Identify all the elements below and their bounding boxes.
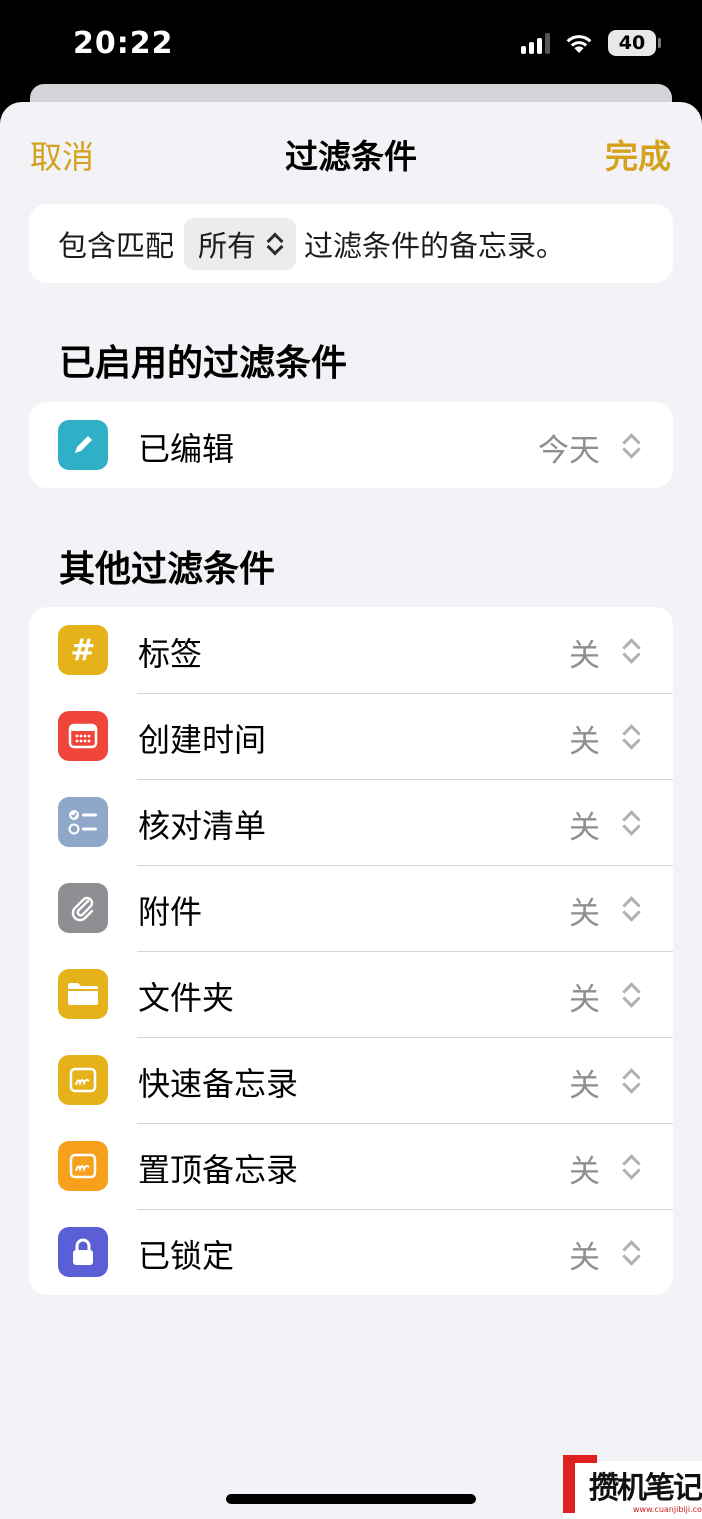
filter-value: 关	[569, 1068, 600, 1104]
nav-bar: 取消 过滤条件 完成	[0, 102, 702, 202]
done-button[interactable]: 完成	[605, 130, 671, 178]
filter-label: 快速备忘录	[138, 1065, 299, 1103]
filter-row-created[interactable]: 创建时间 关	[29, 693, 673, 779]
chevron-up-down-icon	[620, 431, 642, 461]
match-suffix: 过滤条件的备忘录。	[304, 228, 566, 263]
filter-row-tags[interactable]: # 标签 关	[29, 607, 673, 693]
filter-row-edited[interactable]: 已编辑 今天	[29, 402, 673, 488]
filter-label: 创建时间	[138, 721, 267, 759]
pinned-note-icon	[58, 1141, 108, 1191]
chevron-up-down-icon	[620, 1152, 642, 1182]
chevron-up-down-icon	[620, 980, 642, 1010]
filter-row-pinned-notes[interactable]: 置顶备忘录 关	[29, 1123, 673, 1209]
filter-label: 置顶备忘录	[138, 1151, 299, 1189]
match-mode-select[interactable]: 所有	[184, 217, 297, 270]
status-icons: 40	[521, 30, 661, 56]
filter-value: 关	[569, 896, 600, 932]
chevron-up-down-icon	[620, 894, 642, 924]
chevron-up-down-icon	[620, 808, 642, 838]
pencil-icon	[58, 420, 108, 470]
battery-indicator: 40	[608, 30, 661, 56]
filter-label: 附件	[138, 893, 203, 931]
match-prefix: 包含匹配	[58, 228, 175, 263]
filter-sheet: 取消 过滤条件 完成 包含匹配 所有 过滤条件的备忘录。 已启用的过滤条件 已编…	[0, 102, 702, 1519]
filter-row-checklists[interactable]: 核对清单 关	[29, 779, 673, 865]
paperclip-icon	[58, 883, 108, 933]
page-title: 过滤条件	[285, 137, 417, 176]
filter-value: 今天	[538, 433, 600, 469]
other-filters-list: # 标签 关 创建时间 关 核对清单 关 附件 关 文件夹 关 快速备忘录 关 …	[29, 607, 673, 1295]
filter-row-quick-notes[interactable]: 快速备忘录 关	[29, 1037, 673, 1123]
quick-note-icon	[58, 1055, 108, 1105]
watermark-url: www.cuanjibiji.com	[633, 1505, 702, 1514]
filter-value: 关	[569, 638, 600, 674]
filter-value: 关	[569, 810, 600, 846]
filter-value: 关	[569, 982, 600, 1018]
checklist-icon	[58, 797, 108, 847]
watermark-logo: 攒机笔记 www.cuanjibiji.com	[563, 1455, 702, 1519]
home-indicator	[226, 1494, 476, 1504]
enabled-filters-header: 已启用的过滤条件	[59, 343, 348, 384]
match-mode-card: 包含匹配 所有 过滤条件的备忘录。	[29, 204, 673, 283]
filter-label: 已编辑	[138, 430, 235, 468]
filter-label: 已锁定	[138, 1237, 235, 1275]
lock-icon	[58, 1227, 108, 1277]
wifi-icon	[566, 35, 592, 53]
chevron-up-down-icon	[620, 1238, 642, 1268]
filter-row-locked[interactable]: 已锁定 关	[29, 1209, 673, 1295]
filter-row-folders[interactable]: 文件夹 关	[29, 951, 673, 1037]
chevron-up-down-icon	[620, 1066, 642, 1096]
enabled-filters-list: 已编辑 今天	[29, 402, 673, 488]
filter-value: 关	[569, 1154, 600, 1190]
other-filters-header: 其他过滤条件	[59, 549, 276, 590]
folder-icon	[58, 969, 108, 1019]
status-bar: 20:22 40	[0, 0, 702, 90]
filter-row-attachments[interactable]: 附件 关	[29, 865, 673, 951]
chevron-up-down-icon	[266, 231, 282, 257]
filter-label: 文件夹	[138, 979, 235, 1017]
match-mode-value: 所有	[198, 228, 257, 263]
hashtag-icon: #	[58, 625, 108, 675]
filter-value: 关	[569, 1240, 600, 1276]
filter-value: 关	[569, 724, 600, 760]
chevron-up-down-icon	[620, 636, 642, 666]
filter-label: 标签	[138, 635, 203, 673]
chevron-up-down-icon	[620, 722, 642, 752]
filter-label: 核对清单	[138, 807, 267, 845]
watermark-text: 攒机笔记	[589, 1471, 702, 1506]
status-time: 20:22	[73, 26, 174, 61]
cellular-signal-icon	[521, 32, 550, 54]
calendar-icon	[58, 711, 108, 761]
